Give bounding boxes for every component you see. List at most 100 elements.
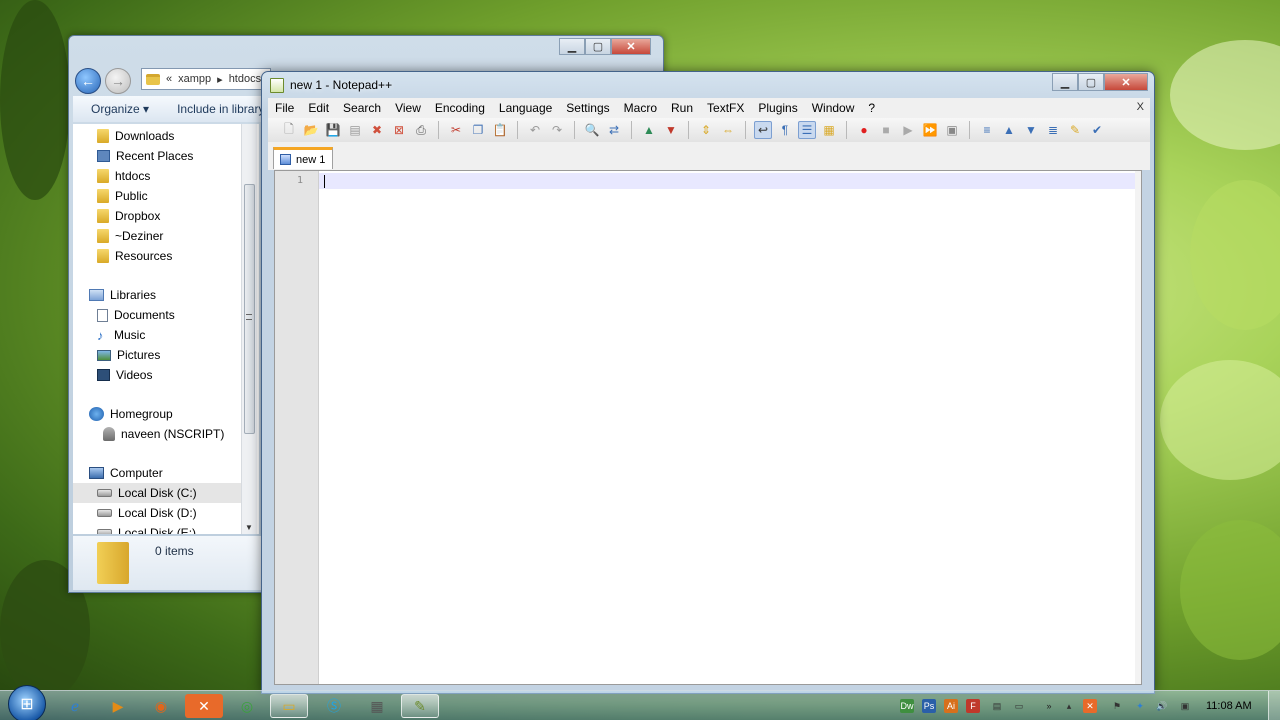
xampp-icon[interactable]: ✕ <box>185 694 223 718</box>
tree-item-computer[interactable]: Computer <box>89 463 257 483</box>
show-all-chars-icon[interactable]: ¶ <box>776 121 794 139</box>
address-part[interactable]: htdocs <box>229 73 261 85</box>
skype-icon[interactable]: Ⓢ <box>315 694 353 718</box>
dreamweaver-icon[interactable]: Dw <box>900 699 914 713</box>
volume-icon[interactable]: 🔊 <box>1155 699 1169 713</box>
tree-item-music[interactable]: ♪ Music <box>97 325 259 345</box>
flash-icon[interactable]: F <box>966 699 980 713</box>
tree-item-local-disk-d[interactable]: Local Disk (D:) <box>97 503 259 523</box>
sync-vertical-icon[interactable]: ⇕ <box>697 121 715 139</box>
tree-item-resources[interactable]: Resources <box>97 246 259 266</box>
macro-record-icon[interactable]: ● <box>855 121 873 139</box>
close-button[interactable]: ✕ <box>1104 73 1148 91</box>
photoshop-icon[interactable]: Ps <box>922 699 936 713</box>
notepadpp-taskbar-button[interactable]: ✎ <box>401 694 439 718</box>
maximize-button[interactable]: ▢ <box>1078 73 1104 91</box>
close-button[interactable]: ✕ <box>611 38 651 55</box>
print-icon[interactable]: ⎙ <box>412 121 430 139</box>
textfx-icon[interactable]: ≡ <box>978 121 996 139</box>
align-icon[interactable]: ≣ <box>1044 121 1062 139</box>
tree-item-downloads[interactable]: Downloads <box>97 126 259 146</box>
tree-item-naveen[interactable]: naveen (NSCRIPT) <box>103 424 259 444</box>
clock[interactable]: 11:08 AM <box>1206 700 1252 712</box>
paste-icon[interactable]: 📋 <box>491 121 509 139</box>
menu-plugins[interactable]: Plugins <box>751 101 804 115</box>
close-file-icon[interactable]: ✖ <box>368 121 386 139</box>
organize-button[interactable]: Organize ▾ <box>91 102 149 116</box>
tab-new-1[interactable]: new 1 <box>273 147 333 169</box>
macro-stop-icon[interactable]: ■ <box>877 121 895 139</box>
user-language-icon[interactable]: ▦ <box>820 121 838 139</box>
move-down-icon[interactable]: ▼ <box>1022 121 1040 139</box>
tree-item-documents[interactable]: Documents <box>97 305 259 325</box>
tree-item-local-disk-e[interactable]: Local Disk (E:) <box>97 523 259 534</box>
edit-icon[interactable]: ✎ <box>1066 121 1084 139</box>
tree-item-deziner[interactable]: ~Deziner <box>97 226 259 246</box>
move-up-icon[interactable]: ▲ <box>1000 121 1018 139</box>
tray-app-icon[interactable]: ⚑ <box>1110 699 1124 713</box>
copy-icon[interactable]: ❐ <box>469 121 487 139</box>
menu-settings[interactable]: Settings <box>559 101 616 115</box>
menu-search[interactable]: Search <box>336 101 388 115</box>
new-file-icon[interactable]: 🗋 <box>280 121 298 139</box>
explorer-taskbar-button[interactable]: ▭ <box>270 694 308 718</box>
tray-app-icon[interactable]: ▴ <box>1062 699 1076 713</box>
sync-horizontal-icon[interactable]: ⇔ <box>719 121 737 139</box>
menu-view[interactable]: View <box>388 101 428 115</box>
firefox-icon[interactable]: ◉ <box>142 694 180 718</box>
start-button[interactable]: ⊞ <box>8 685 46 720</box>
tree-item-public[interactable]: Public <box>97 186 259 206</box>
editor-scrollbar[interactable] <box>1135 171 1141 684</box>
find-icon[interactable]: 🔍 <box>583 121 601 139</box>
illustrator-icon[interactable]: Ai <box>944 699 958 713</box>
tray-app-icon[interactable]: ▭ <box>1012 699 1026 713</box>
open-file-icon[interactable]: 📂 <box>302 121 320 139</box>
tree-item-local-disk-c[interactable]: Local Disk (C:) <box>73 483 245 503</box>
address-bar[interactable]: « xampp ▸ htdocs <box>141 68 271 90</box>
zoom-in-icon[interactable]: ▲ <box>640 121 658 139</box>
title-bar[interactable]: new 1 - Notepad++ <box>262 72 1154 98</box>
replace-icon[interactable]: ⇄ <box>605 121 623 139</box>
tray-app-icon[interactable]: ▤ <box>990 699 1004 713</box>
media-player-icon[interactable]: ▶ <box>99 694 137 718</box>
tree-item-videos[interactable]: Videos <box>97 365 259 385</box>
zoom-out-icon[interactable]: ▼ <box>662 121 680 139</box>
menu-window[interactable]: Window <box>805 101 862 115</box>
tree-item-dropbox[interactable]: Dropbox <box>97 206 259 226</box>
scrollbar-thumb[interactable] <box>244 184 255 434</box>
macro-play-icon[interactable]: ▶ <box>899 121 917 139</box>
tree-item-htdocs[interactable]: htdocs <box>97 166 259 186</box>
editor[interactable]: 1 <box>274 170 1142 685</box>
notepadpp-window[interactable]: new 1 - Notepad++ ▁ ▢ ✕ File Edit Search… <box>261 71 1155 694</box>
tree-item-recent-places[interactable]: Recent Places <box>97 146 259 166</box>
close-document-button[interactable]: X <box>1137 101 1144 113</box>
address-part[interactable]: xampp <box>178 73 211 85</box>
tree-item-libraries[interactable]: Libraries <box>89 285 257 305</box>
menu-run[interactable]: Run <box>664 101 700 115</box>
action-center-icon[interactable]: ▣ <box>1178 699 1192 713</box>
menu-macro[interactable]: Macro <box>617 101 664 115</box>
forward-button[interactable]: → <box>105 68 131 94</box>
show-desktop-button[interactable] <box>1268 691 1280 720</box>
xampp-tray-icon[interactable]: ✕ <box>1083 699 1097 713</box>
spellcheck-icon[interactable]: ✔ <box>1088 121 1106 139</box>
minimize-button[interactable]: ▁ <box>1052 73 1078 91</box>
macro-play-multiple-icon[interactable]: ⏩ <box>921 121 939 139</box>
show-hidden-icons-icon[interactable]: » <box>1042 699 1056 713</box>
maximize-button[interactable]: ▢ <box>585 38 611 55</box>
menu-language[interactable]: Language <box>492 101 559 115</box>
server-app-icon[interactable]: ▦ <box>358 694 396 718</box>
save-all-icon[interactable]: ▤ <box>346 121 364 139</box>
cut-icon[interactable]: ✂ <box>447 121 465 139</box>
word-wrap-icon[interactable]: ↩ <box>754 121 772 139</box>
undo-icon[interactable]: ↶ <box>526 121 544 139</box>
menu-textfx[interactable]: TextFX <box>700 101 751 115</box>
internet-explorer-icon[interactable]: ℯ <box>56 694 94 718</box>
navigation-scrollbar[interactable]: ▼ <box>241 124 257 534</box>
menu-edit[interactable]: Edit <box>301 101 336 115</box>
menu-file[interactable]: File <box>268 101 301 115</box>
save-icon[interactable]: 💾 <box>324 121 342 139</box>
back-button[interactable]: ← <box>75 68 101 94</box>
menu-help[interactable]: ? <box>861 101 882 115</box>
tree-item-homegroup[interactable]: Homegroup <box>89 404 257 424</box>
